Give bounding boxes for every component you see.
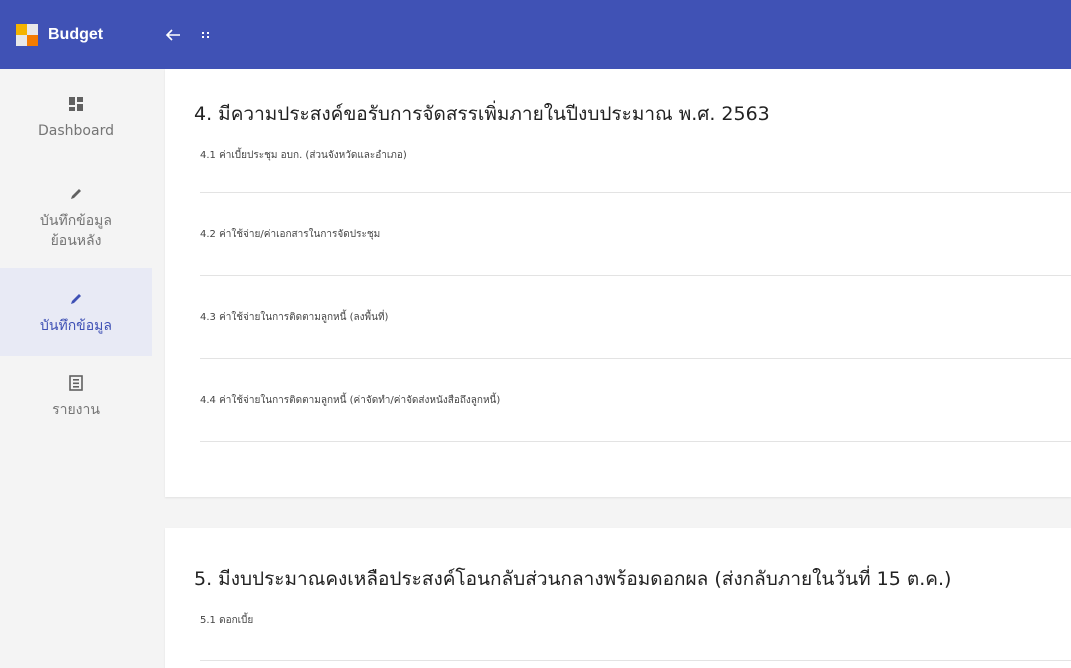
- pencil-icon: [69, 183, 83, 205]
- section-title: 4. มีความประสงค์ขอรับการจัดสรรเพิ่มภายใน…: [194, 103, 770, 125]
- pencil-icon: [69, 288, 83, 310]
- sidebar-item-label-line2: ย้อนหลัง: [50, 232, 102, 249]
- sidebar-item-label: รายงาน: [52, 402, 100, 418]
- sidebar-item-report[interactable]: รายงาน: [0, 356, 152, 436]
- main-content: 4. มีความประสงค์ขอรับการจัดสรรเพิ่มภายใน…: [152, 69, 1071, 668]
- item-label: 4.1 ค่าเบี้ยประชุม อบก. (ส่วนจังหวัดและอ…: [200, 150, 407, 161]
- section-card: 5. มีงบประมาณคงเหลือประสงค์โอนกลับส่วนกล…: [165, 528, 1071, 668]
- item-label: 4.3 ค่าใช้จ่ายในการติดตามลูกหนี้ (ลงพื้น…: [200, 312, 389, 323]
- app-title: Budget: [48, 25, 104, 43]
- brand[interactable]: Budget: [0, 0, 152, 69]
- list-item[interactable]: 5.1 ดอกเบี้ย: [200, 605, 1071, 661]
- sidebar-item-label-line1: บันทึกข้อมูล: [40, 212, 112, 229]
- sidebar-item-data-entry[interactable]: บันทึกข้อมูล: [0, 268, 152, 356]
- list-item[interactable]: 4.1 ค่าเบี้ยประชุม อบก. (ส่วนจังหวัดและอ…: [200, 139, 1071, 193]
- sidebar-item-dashboard[interactable]: Dashboard: [0, 69, 152, 165]
- item-label: 4.4 ค่าใช้จ่ายในการติดตามลูกหนี้ (ค่าจัด…: [200, 395, 501, 406]
- dashboard-icon: [69, 93, 83, 115]
- sidebar-item-label: Dashboard: [38, 123, 114, 139]
- top-app-bar: Budget: [0, 0, 1071, 69]
- section-card: 4. มีความประสงค์ขอรับการจัดสรรเพิ่มภายใน…: [165, 69, 1071, 497]
- grip-icon: [202, 31, 209, 38]
- menu-grip-button[interactable]: [196, 20, 216, 50]
- arrow-left-icon: [165, 28, 180, 41]
- item-label: 4.2 ค่าใช้จ่าย/ค่าเอกสารในการจัดประชุม: [200, 229, 381, 240]
- item-label: 5.1 ดอกเบี้ย: [200, 615, 254, 626]
- sidebar-item-label: บันทึกข้อมูล: [40, 318, 112, 334]
- list-item[interactable]: 4.4 ค่าใช้จ่ายในการติดตามลูกหนี้ (ค่าจัด…: [200, 359, 1071, 442]
- budget-logo-icon: [16, 23, 38, 46]
- list-item[interactable]: 4.2 ค่าใช้จ่าย/ค่าเอกสารในการจัดประชุม: [200, 193, 1071, 276]
- sidebar-item-backdate-entry[interactable]: บันทึกข้อมูล ย้อนหลัง: [0, 165, 152, 268]
- section-title: 5. มีงบประมาณคงเหลือประสงค์โอนกลับส่วนกล…: [194, 568, 952, 590]
- back-button[interactable]: [158, 20, 188, 50]
- report-icon: [69, 372, 83, 394]
- list-item[interactable]: 4.3 ค่าใช้จ่ายในการติดตามลูกหนี้ (ลงพื้น…: [200, 276, 1071, 359]
- sidebar: Dashboard บันทึกข้อมูล ย้อนหลัง บันทึกข้…: [0, 69, 152, 668]
